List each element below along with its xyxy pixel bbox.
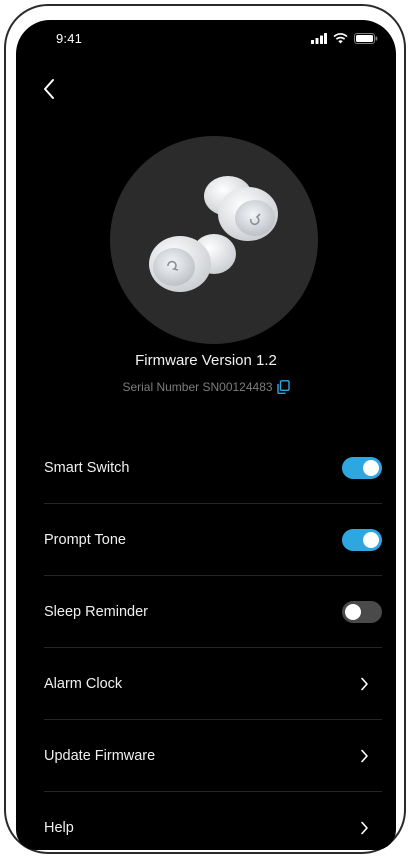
setting-label: Update Firmware [44, 747, 156, 764]
status-icons [311, 31, 378, 49]
status-bar: 9:41 [16, 20, 396, 60]
prompt-tone-toggle[interactable] [342, 528, 382, 551]
setting-help[interactable]: Help [44, 792, 382, 850]
back-button[interactable] [34, 76, 64, 106]
signal-icon [311, 31, 327, 49]
battery-icon [354, 31, 378, 49]
smart-switch-toggle[interactable] [342, 456, 382, 479]
toggle-knob [363, 459, 379, 476]
setting-label: Sleep Reminder [44, 603, 148, 620]
earbud-right [204, 176, 278, 241]
setting-label: Alarm Clock [44, 675, 123, 692]
sleep-reminder-toggle[interactable] [342, 600, 382, 623]
setting-sleep-reminder: Sleep Reminder [44, 576, 382, 648]
chevron-right-icon [354, 746, 374, 766]
earbuds-illustration [149, 176, 278, 292]
app-screen: 9:41 Firmware Version 1.2 Serial Number … [16, 20, 396, 850]
setting-update-firmware[interactable]: Update Firmware [44, 720, 382, 792]
serial-number-row: Serial Number SN00124483 [16, 380, 396, 394]
firmware-version: Firmware Version 1.2 [135, 352, 277, 369]
chevron-left-icon [42, 78, 56, 105]
chevron-right-icon [354, 674, 374, 694]
earbud-left [149, 234, 236, 292]
setting-label: Prompt Tone [44, 531, 126, 548]
setting-label: Help [44, 820, 74, 836]
toggle-knob [363, 531, 379, 548]
setting-prompt-tone: Prompt Tone [44, 504, 382, 576]
settings-list: Smart Switch Prompt Tone Sleep Reminder … [44, 432, 382, 850]
status-time: 9:41 [56, 31, 83, 46]
wifi-icon [333, 31, 348, 49]
setting-alarm-clock[interactable]: Alarm Clock [44, 648, 382, 720]
setting-label: Smart Switch [44, 459, 130, 476]
setting-smart-switch: Smart Switch [44, 432, 382, 504]
toggle-knob [345, 603, 361, 620]
chevron-right-icon [354, 818, 374, 838]
copy-icon[interactable] [276, 380, 290, 394]
earbuds-image [110, 136, 318, 344]
serial-number: Serial Number SN00124483 [122, 380, 273, 394]
